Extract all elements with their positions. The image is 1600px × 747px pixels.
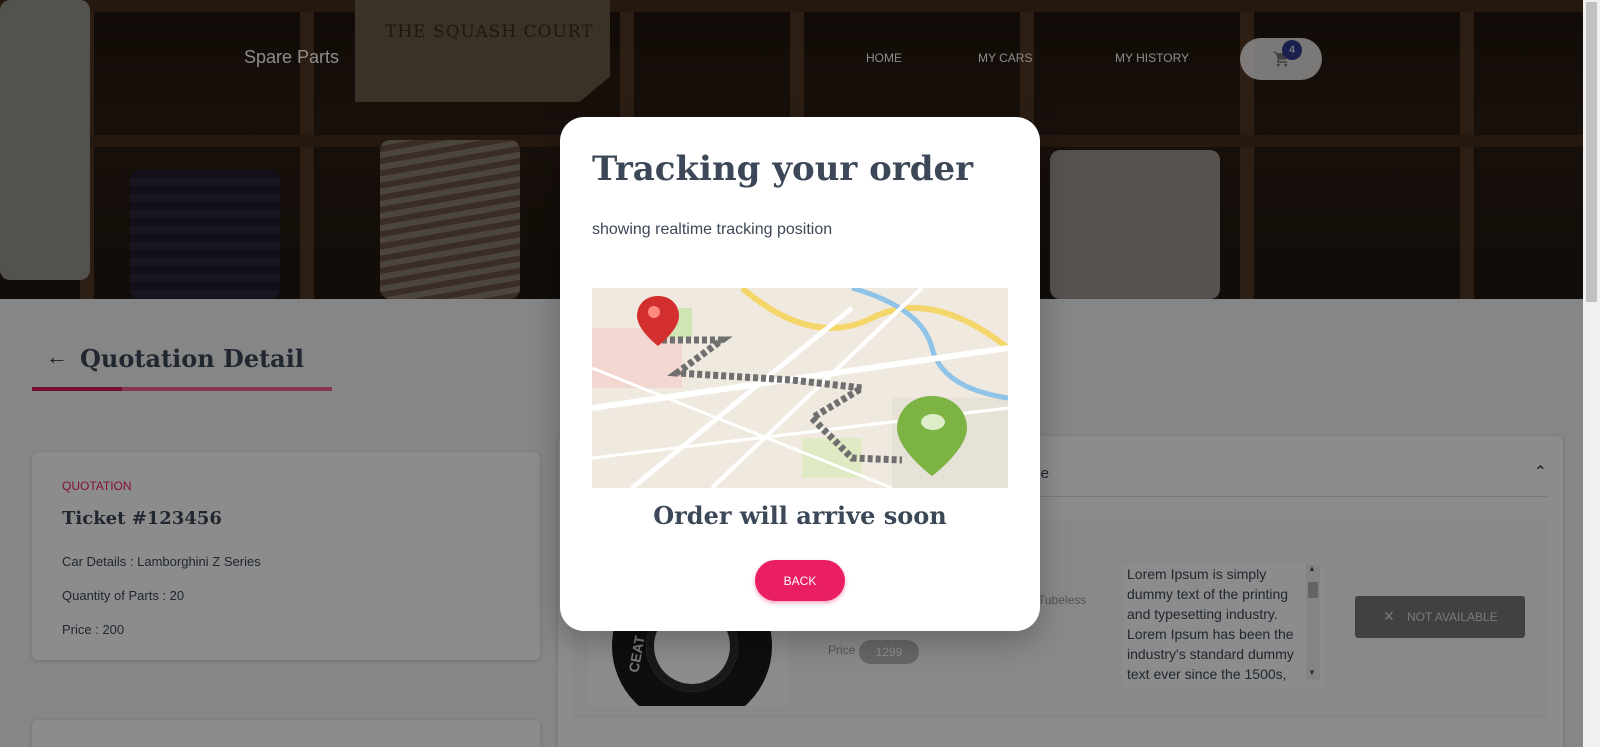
tracking-modal: Tracking your order showing realtime tra… (560, 117, 1040, 631)
modal-title: Tracking your order (592, 149, 974, 189)
modal-subtitle: showing realtime tracking position (592, 221, 833, 238)
map-illustration (592, 288, 1008, 488)
page-scrollbar[interactable] (1583, 0, 1600, 747)
page-scrollbar-thumb[interactable] (1586, 2, 1597, 302)
arrival-message: Order will arrive soon (653, 501, 947, 530)
back-button[interactable]: BACK (755, 560, 845, 601)
tracking-map (592, 288, 1008, 488)
